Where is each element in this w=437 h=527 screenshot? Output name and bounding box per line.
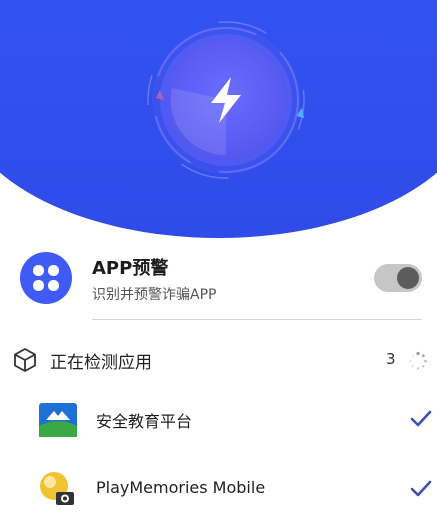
list-item-label: PlayMemories Mobile <box>96 478 266 497</box>
loading-spinner-icon <box>409 351 427 370</box>
hero-header <box>0 0 437 238</box>
checkmark-icon <box>410 480 432 497</box>
scan-graphic <box>146 20 306 180</box>
app-warning-title: APP预警 <box>92 258 169 279</box>
scanning-header: 正在检测应用 3 <box>12 343 430 377</box>
cube-icon <box>14 348 36 372</box>
four-petal-icon <box>20 252 72 304</box>
four-petal-glyph <box>33 265 59 291</box>
scanning-title: 正在检测应用 <box>50 353 152 373</box>
scanning-count: 3 <box>386 350 396 368</box>
lightning-bolt-icon <box>211 77 241 123</box>
app-warning-subtitle: 识别并预警诈骗APP <box>92 287 217 303</box>
toggle-knob <box>397 267 419 289</box>
app-warning-toggle[interactable] <box>374 264 422 292</box>
safety-education-app-icon <box>39 403 77 437</box>
playmemories-app-icon <box>40 472 74 505</box>
app-warning-row[interactable]: APP预警 识别并预警诈骗APP <box>20 248 424 308</box>
list-item-label: 安全教育平台 <box>96 412 193 431</box>
list-item[interactable]: PlayMemories Mobile <box>38 470 432 510</box>
checkmark-icon <box>410 410 432 427</box>
list-item[interactable]: 安全教育平台 <box>38 400 432 440</box>
divider <box>92 319 422 320</box>
